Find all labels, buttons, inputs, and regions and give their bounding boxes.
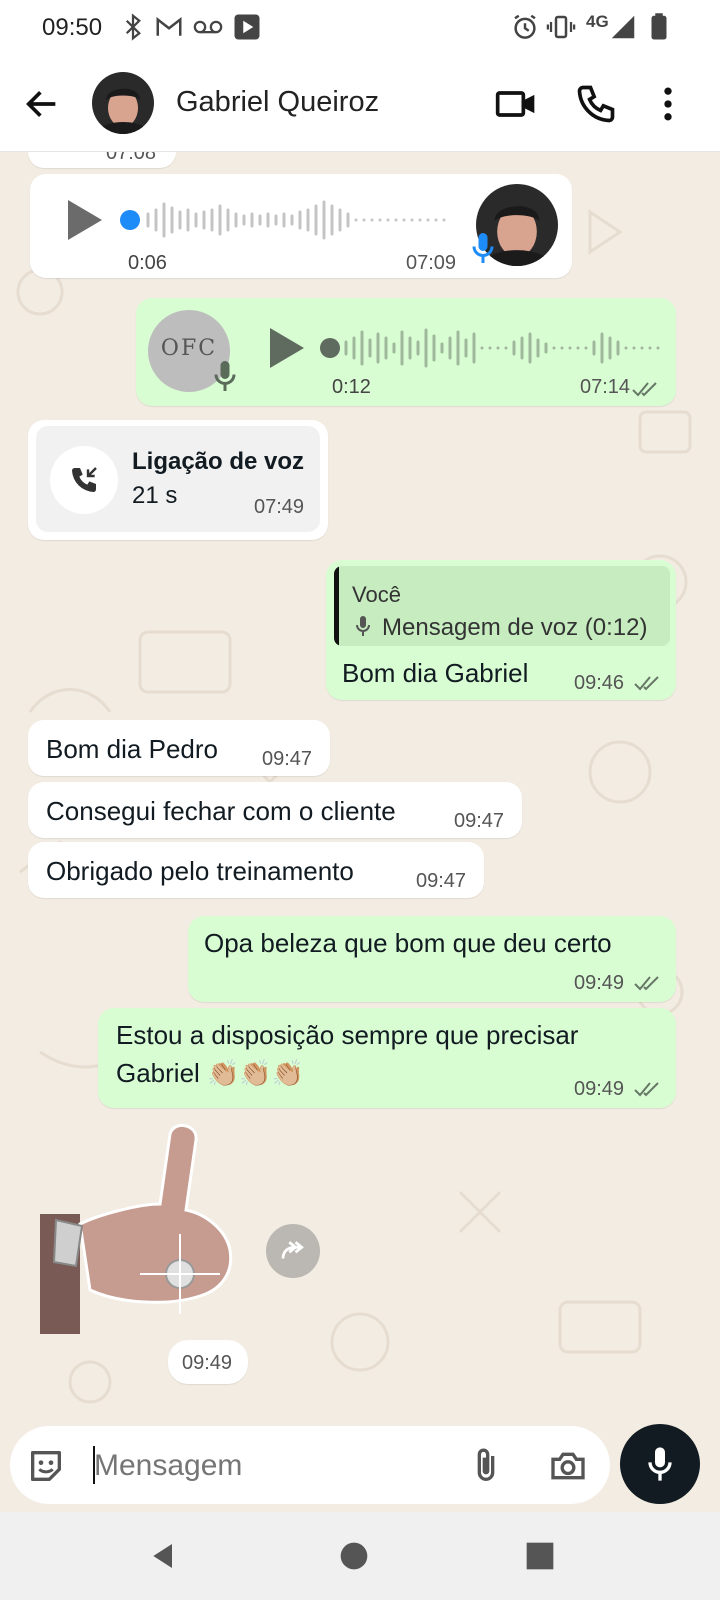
previous-message-bubble[interactable]: 07:08 — [28, 152, 176, 168]
quote-text: Mensagem de voz (0:12) — [382, 614, 648, 641]
forward-icon — [281, 1241, 304, 1259]
message-time: 07:08 — [106, 152, 157, 164]
message-text: Bom dia Gabriel — [342, 658, 529, 688]
gmail-icon — [156, 16, 182, 36]
message-time: 07:49 — [254, 496, 305, 518]
alarm-icon — [514, 14, 536, 39]
missed-call-icon — [72, 467, 97, 492]
network-type-label: 4G — [586, 12, 609, 31]
quoted-message[interactable]: Você Mensagem de voz (0:12) — [334, 566, 670, 646]
message-time: 09:47 — [262, 748, 313, 770]
quote-author: Você — [352, 582, 401, 607]
sticker-time-bubble: 09:49 — [168, 1340, 248, 1384]
microphone-icon — [472, 233, 494, 263]
camera-icon[interactable] — [548, 1446, 588, 1486]
attachment-icon[interactable] — [466, 1446, 506, 1486]
phone-icon[interactable] — [574, 82, 618, 126]
message-time: 09:49 — [182, 1352, 233, 1374]
bluetooth-icon — [125, 13, 141, 41]
message-text: Bom dia Pedro — [46, 734, 218, 764]
message-text-line-1: Estou a disposição sempre que precisar — [116, 1020, 579, 1050]
message-time: 07:14 — [580, 376, 631, 398]
system-navigation-bar — [0, 1512, 720, 1600]
audio-waveform[interactable] — [142, 198, 452, 242]
read-receipt-icon — [634, 676, 659, 691]
voicemail-icon — [193, 20, 223, 34]
outgoing-message[interactable]: Opa beleza que bom que deu certo 09:49 — [188, 916, 676, 1002]
message-text: Opa beleza que bom que deu certo — [204, 928, 612, 958]
emoji-sticker-icon[interactable] — [26, 1446, 66, 1486]
read-receipt-icon — [632, 382, 657, 397]
status-time: 09:50 — [42, 14, 103, 41]
call-title: Ligação de voz — [132, 448, 305, 475]
vibrate-icon — [546, 15, 576, 39]
microphone-icon — [648, 1447, 672, 1481]
thumbs-up-sticker[interactable] — [40, 1124, 240, 1344]
message-input[interactable] — [94, 1448, 474, 1484]
forward-button[interactable] — [266, 1224, 320, 1278]
microphone-icon — [214, 361, 236, 391]
battery-icon — [651, 13, 667, 40]
chat-area[interactable]: 07:08 0:06 07:09 OFC 0:12 07:14 Ligação … — [0, 152, 720, 1416]
voice-call-card[interactable]: Ligação de voz 21 s 07:49 — [36, 426, 320, 532]
message-time: 09:49 — [574, 972, 625, 994]
nav-back-icon[interactable] — [148, 1540, 180, 1572]
message-time: 09:47 — [454, 810, 505, 832]
message-text: Consegui fechar com o cliente — [46, 796, 396, 826]
call-duration: 21 s — [132, 482, 178, 509]
microphone-icon — [356, 616, 370, 636]
message-composer — [0, 1416, 720, 1512]
voice-duration: 0:06 — [128, 252, 167, 274]
chat-header: Gabriel Queiroz — [0, 56, 720, 152]
incoming-message[interactable]: Obrigado pelo treinamento 09:47 — [28, 842, 484, 898]
contact-avatar[interactable] — [92, 72, 154, 134]
contact-name[interactable]: Gabriel Queiroz — [176, 86, 379, 119]
voice-duration: 0:12 — [332, 376, 371, 398]
message-input-pill[interactable] — [10, 1426, 610, 1504]
play-icon[interactable] — [64, 198, 104, 242]
call-icon-circle — [50, 446, 118, 514]
outgoing-voice-message[interactable]: OFC 0:12 07:14 — [136, 298, 676, 406]
voice-record-button[interactable] — [620, 1424, 700, 1504]
outgoing-message[interactable]: Estou a disposição sempre que precisar G… — [98, 1008, 676, 1108]
message-time: 07:09 — [406, 252, 457, 274]
more-options-icon[interactable] — [646, 82, 690, 126]
audio-waveform[interactable] — [342, 326, 662, 370]
message-text-line-2: Gabriel 👏🏼👏🏼👏🏼 — [116, 1058, 305, 1088]
play-icon[interactable] — [266, 326, 306, 370]
nav-home-icon[interactable] — [338, 1540, 370, 1572]
message-time: 09:47 — [416, 870, 467, 892]
incoming-message[interactable]: Bom dia Pedro 09:47 — [28, 720, 330, 776]
quote-bar — [334, 566, 339, 646]
incoming-voice-message[interactable]: 0:06 07:09 — [30, 174, 572, 278]
signal-icon — [611, 15, 635, 39]
nav-recents-icon[interactable] — [524, 1540, 556, 1572]
read-receipt-icon — [634, 1082, 659, 1097]
back-arrow-icon[interactable] — [22, 84, 62, 124]
message-time: 09:49 — [574, 1078, 625, 1100]
incoming-message[interactable]: Consegui fechar com o cliente 09:47 — [28, 782, 522, 838]
status-bar: 09:50 4G — [0, 0, 720, 56]
playback-position-dot[interactable] — [320, 338, 340, 358]
read-receipt-icon — [634, 976, 659, 991]
message-text: Obrigado pelo treinamento — [46, 856, 354, 886]
message-time: 09:46 — [574, 672, 625, 694]
playback-position-dot[interactable] — [120, 210, 140, 230]
play-store-icon — [234, 14, 260, 40]
video-call-icon[interactable] — [494, 82, 538, 126]
